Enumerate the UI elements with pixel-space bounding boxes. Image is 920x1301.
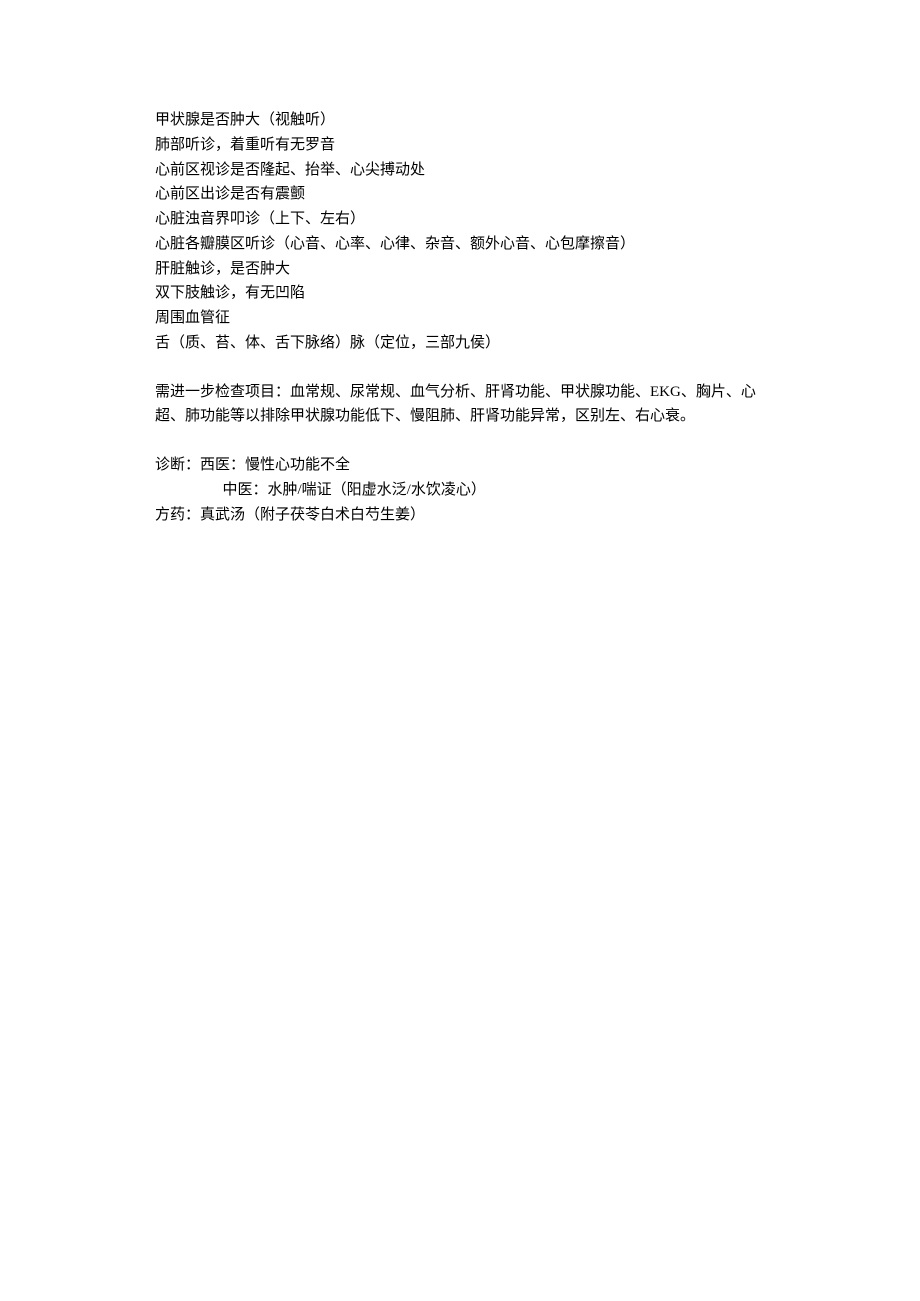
further-tests-text: 需进一步检查项目：血常规、尿常规、血气分析、肝肾功能、甲状腺功能、EKG、胸片、… xyxy=(155,380,765,430)
further-tests-section: 需进一步检查项目：血常规、尿常规、血气分析、肝肾功能、甲状腺功能、EKG、胸片、… xyxy=(155,380,765,430)
exam-item: 肝脏触诊，是否肿大 xyxy=(155,257,765,282)
prescription: 方药：真武汤（附子茯苓白术白芍生姜） xyxy=(155,503,765,528)
exam-item: 心脏浊音界叩诊（上下、左右） xyxy=(155,207,765,232)
diagnosis-western: 诊断：西医：慢性心功能不全 xyxy=(155,453,765,478)
exam-item: 心脏各瓣膜区听诊（心音、心率、心律、杂音、额外心音、心包摩擦音） xyxy=(155,232,765,257)
exam-item: 舌（质、苔、体、舌下脉络）脉（定位，三部九侯） xyxy=(155,331,765,356)
diagnosis-section: 诊断：西医：慢性心功能不全 中医：水肿/喘证（阳虚水泛/水饮凌心） 方药：真武汤… xyxy=(155,453,765,527)
examination-list: 甲状腺是否肿大（视触听） 肺部听诊，着重听有无罗音 心前区视诊是否隆起、抬举、心… xyxy=(155,108,765,356)
diagnosis-tcm: 中医：水肿/喘证（阳虚水泛/水饮凌心） xyxy=(155,478,765,503)
exam-item: 心前区视诊是否隆起、抬举、心尖搏动处 xyxy=(155,158,765,183)
exam-item: 双下肢触诊，有无凹陷 xyxy=(155,281,765,306)
exam-item: 周围血管征 xyxy=(155,306,765,331)
exam-item: 心前区出诊是否有震颤 xyxy=(155,182,765,207)
exam-item: 肺部听诊，着重听有无罗音 xyxy=(155,133,765,158)
exam-item: 甲状腺是否肿大（视触听） xyxy=(155,108,765,133)
